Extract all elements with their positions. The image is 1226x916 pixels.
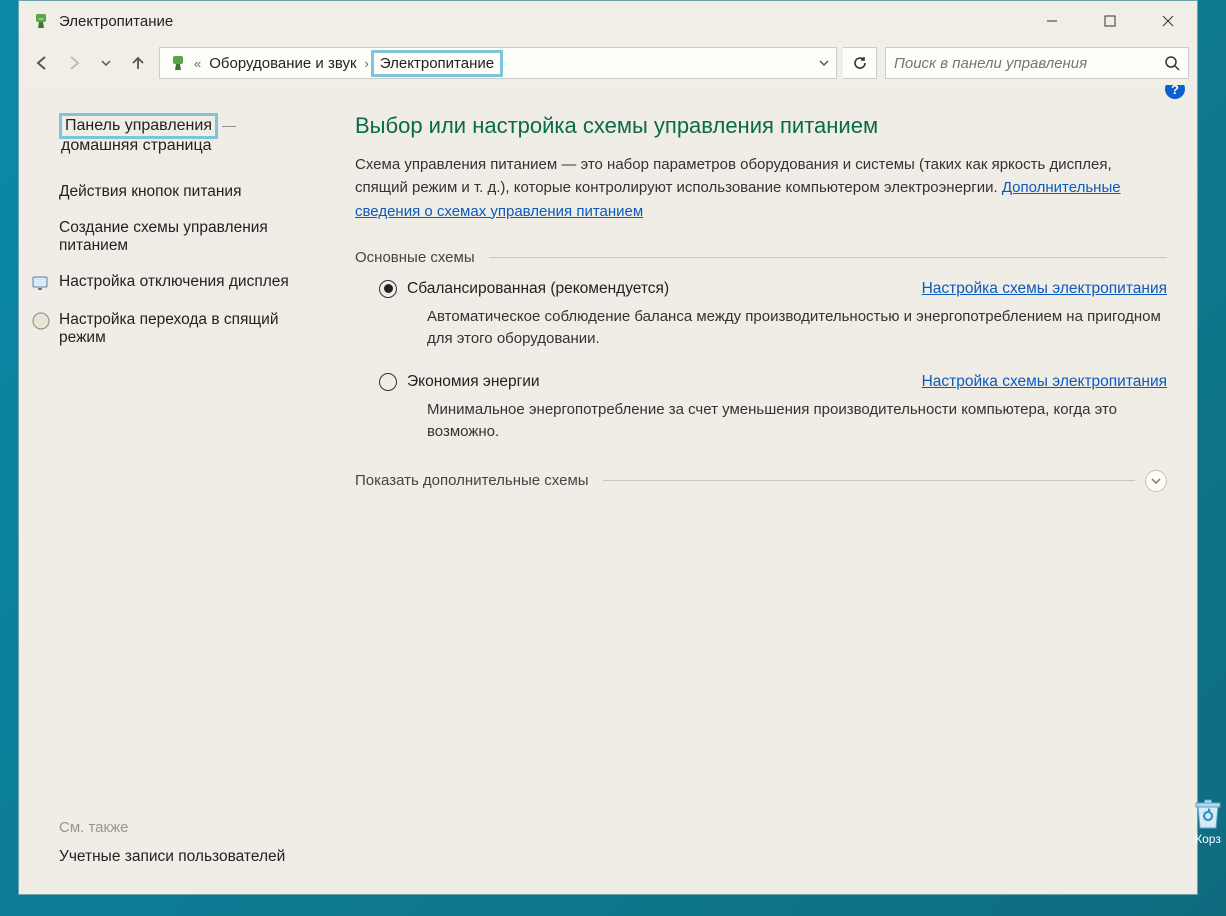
- section-additional-plans: Показать дополнительные схемы: [355, 472, 589, 489]
- recycle-bin-label: Корз: [1194, 832, 1222, 846]
- expand-additional-plans-button[interactable]: [1145, 470, 1167, 492]
- sidebar-item-power-buttons[interactable]: Действия кнопок питания: [59, 183, 321, 201]
- desktop-recycle-bin[interactable]: Корз: [1194, 798, 1222, 846]
- plan-balanced-radio[interactable]: Сбалансированная (рекомендуется): [379, 280, 669, 298]
- address-dropdown-icon[interactable]: [818, 57, 830, 69]
- main-panel: ? Выбор или настройка схемы управления п…: [339, 85, 1197, 894]
- radio-icon: [379, 373, 397, 391]
- sidebar-home-link[interactable]: Панель управления: [59, 113, 218, 139]
- recent-dropdown[interactable]: [91, 48, 121, 78]
- minimize-button[interactable]: [1023, 1, 1081, 41]
- navbar: « Оборудование и звук › Электропитание: [19, 41, 1197, 85]
- plan-balanced-settings-link[interactable]: Настройка схемы электропитания: [922, 280, 1167, 298]
- breadcrumb-overflow[interactable]: «: [194, 56, 201, 71]
- plan-power-saver-settings-link[interactable]: Настройка схемы электропитания: [922, 373, 1167, 391]
- search-icon[interactable]: [1164, 55, 1180, 71]
- content-area: Панель управления— домашняя страница Дей…: [19, 85, 1197, 894]
- breadcrumb-chevron-icon: ›: [365, 56, 369, 71]
- up-button[interactable]: [123, 48, 153, 78]
- back-button[interactable]: [27, 48, 57, 78]
- section-preferred-plans: Основные схемы: [355, 249, 475, 266]
- sidebar-item-sleep[interactable]: Настройка перехода в спящий режим: [59, 311, 321, 347]
- search-box[interactable]: [885, 47, 1189, 79]
- page-description: Схема управления питанием — это набор па…: [355, 153, 1167, 223]
- display-icon: [31, 273, 51, 293]
- app-icon: [31, 11, 51, 31]
- radio-icon: [379, 280, 397, 298]
- address-bar[interactable]: « Оборудование и звук › Электропитание: [159, 47, 837, 79]
- page-title: Выбор или настройка схемы управления пит…: [355, 113, 1167, 139]
- forward-button[interactable]: [59, 48, 89, 78]
- moon-icon: [31, 311, 51, 331]
- plan-balanced-desc: Автоматическое соблюдение баланса между …: [427, 306, 1167, 351]
- titlebar: Электропитание: [19, 1, 1197, 41]
- help-button[interactable]: ?: [1165, 85, 1185, 99]
- window-title: Электропитание: [59, 13, 1023, 30]
- plan-balanced: Сбалансированная (рекомендуется) Настрой…: [379, 280, 1167, 351]
- close-button[interactable]: [1139, 1, 1197, 41]
- plan-power-saver-name: Экономия энергии: [407, 373, 540, 391]
- control-panel-window: Электропитание « Оборудование и звук › Э…: [18, 0, 1198, 895]
- sidebar-item-create-plan[interactable]: Создание схемы управления питанием: [59, 219, 321, 255]
- sidebar: Панель управления— домашняя страница Дей…: [19, 85, 339, 894]
- refresh-button[interactable]: [843, 47, 877, 79]
- breadcrumb-hardware-sound[interactable]: Оборудование и звук: [203, 53, 362, 74]
- sidebar-item-display-off[interactable]: Настройка отключения дисплея: [59, 273, 321, 293]
- plan-power-saver-desc: Минимальное энергопотребление за счет ум…: [427, 399, 1167, 444]
- sidebar-item-user-accounts[interactable]: Учетные записи пользователей: [59, 848, 321, 866]
- sidebar-home-subtitle: домашняя страница: [59, 137, 321, 155]
- breadcrumb-power-options[interactable]: Электропитание: [371, 50, 503, 77]
- plan-power-saver: Экономия энергии Настройка схемы электро…: [379, 373, 1167, 444]
- address-icon: [168, 53, 188, 73]
- plan-balanced-name: Сбалансированная (рекомендуется): [407, 280, 669, 298]
- see-also-heading: См. также: [59, 819, 321, 836]
- search-input[interactable]: [894, 55, 1164, 72]
- plan-power-saver-radio[interactable]: Экономия энергии: [379, 373, 540, 391]
- maximize-button[interactable]: [1081, 1, 1139, 41]
- window-controls: [1023, 1, 1197, 41]
